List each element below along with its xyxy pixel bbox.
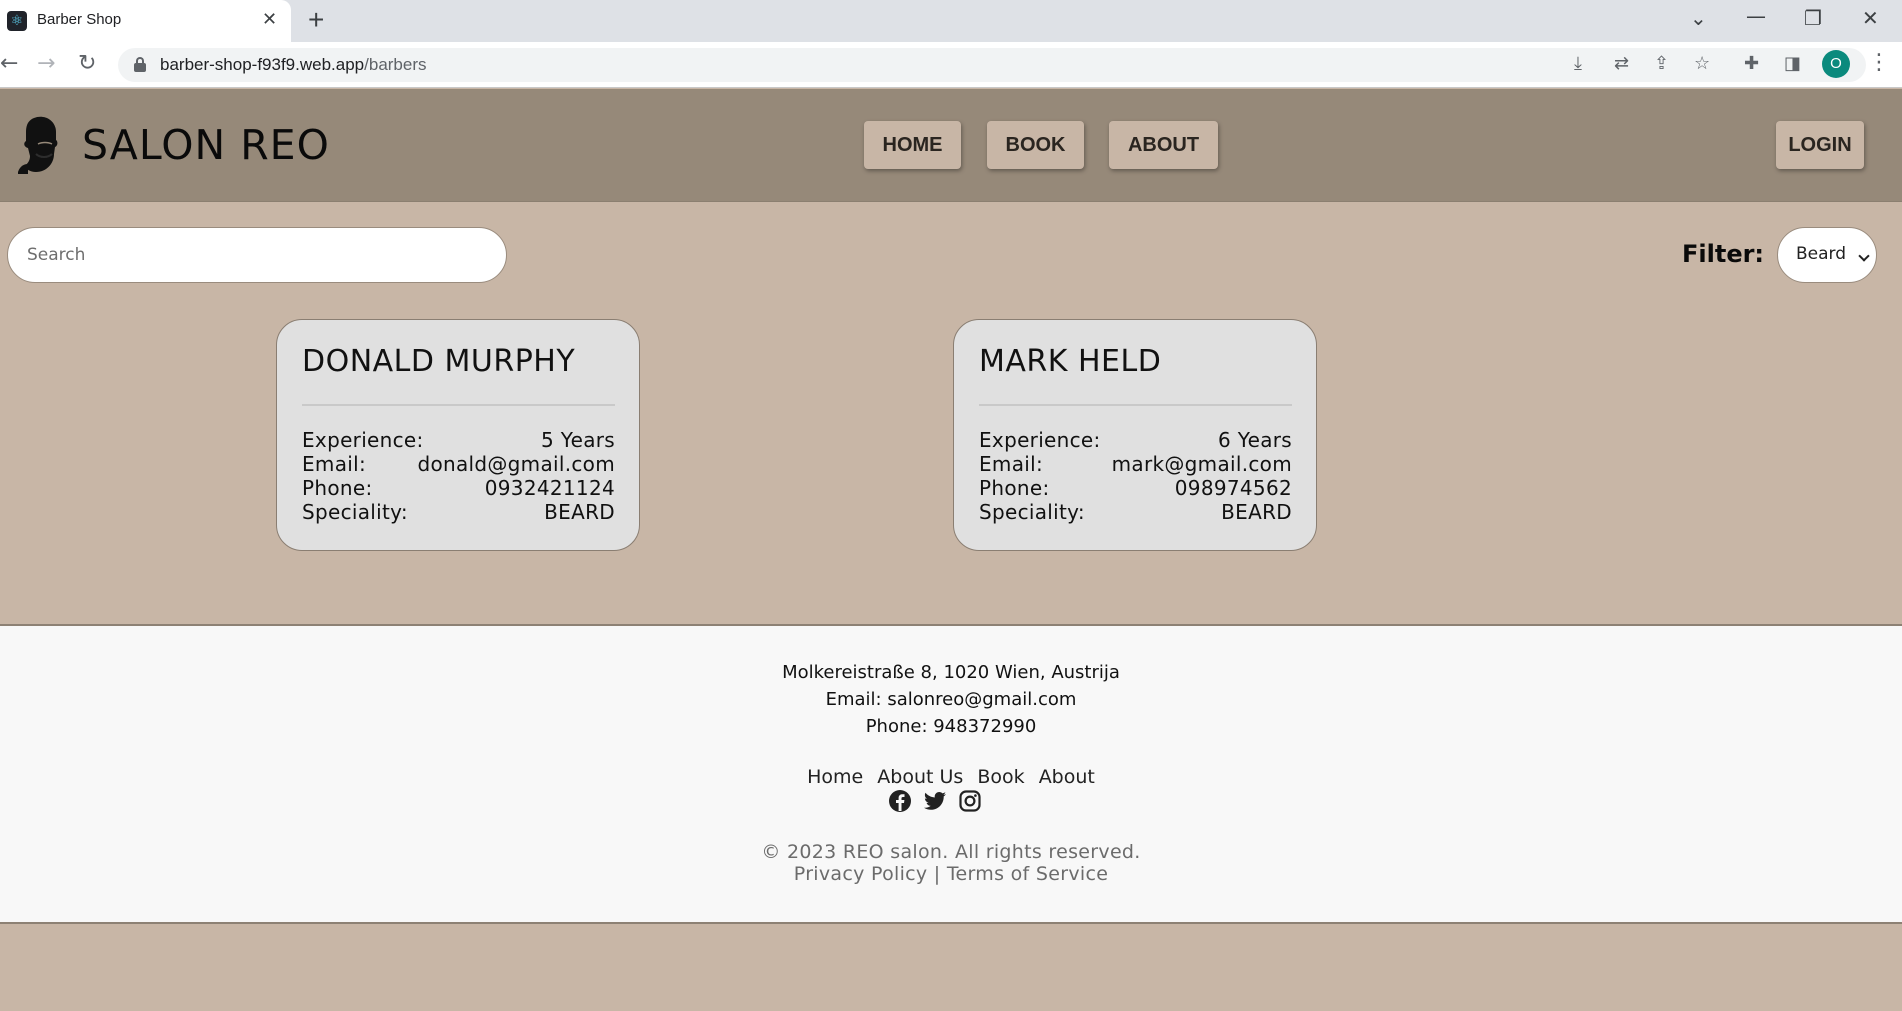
close-window-icon[interactable]: ✕	[1862, 6, 1879, 30]
speciality-filter-select[interactable]: Beard	[1777, 227, 1877, 283]
twitter-icon[interactable]	[923, 789, 947, 813]
share-icon[interactable]: ⇪	[1654, 53, 1669, 74]
footer-nav: Home About Us Book About	[0, 766, 1902, 788]
star-icon[interactable]: ☆	[1694, 53, 1710, 74]
filter-selected-value: Beard	[1796, 244, 1847, 264]
detail-value: 6 Years	[1218, 428, 1292, 452]
url-path: /barbers	[364, 55, 427, 74]
social-links	[888, 789, 1013, 815]
address-bar: ← → ↻ barber-shop-f93f9.web.app/barbers …	[0, 42, 1902, 88]
detail-row-email: Email: mark@gmail.com	[979, 452, 1292, 476]
detail-label: Phone:	[302, 476, 373, 500]
footer-link-home[interactable]: Home	[807, 766, 863, 788]
detail-row-speciality: Speciality: BEARD	[979, 500, 1292, 524]
detail-row-phone: Phone: 098974562	[979, 476, 1292, 500]
privacy-policy-link[interactable]: Privacy Policy	[794, 863, 928, 885]
footer-link-book[interactable]: Book	[977, 766, 1024, 788]
barber-details: Experience: 6 Years Email: mark@gmail.co…	[979, 428, 1292, 524]
detail-value: BEARD	[544, 500, 615, 524]
detail-value: donald@gmail.com	[417, 452, 615, 476]
minimize-icon[interactable]: —	[1746, 4, 1766, 28]
tab-search-chevron-icon[interactable]: ⌄	[1690, 6, 1707, 30]
nav-home-button[interactable]: HOME	[864, 121, 961, 169]
login-button[interactable]: LOGIN	[1776, 121, 1864, 169]
detail-row-phone: Phone: 0932421124	[302, 476, 615, 500]
instagram-icon[interactable]	[958, 789, 982, 813]
chevron-down-icon	[1858, 250, 1870, 262]
legal-links: Privacy Policy | Terms of Service	[0, 863, 1902, 885]
detail-value: 098974562	[1174, 476, 1292, 500]
detail-value: BEARD	[1221, 500, 1292, 524]
nav-about-button[interactable]: ABOUT	[1109, 121, 1218, 169]
detail-label: Phone:	[979, 476, 1050, 500]
card-divider	[302, 404, 615, 406]
detail-label: Experience:	[979, 428, 1101, 452]
barber-details: Experience: 5 Years Email: donald@gmail.…	[302, 428, 615, 524]
detail-row-experience: Experience: 5 Years	[302, 428, 615, 452]
new-tab-button[interactable]: +	[308, 4, 324, 36]
url-field[interactable]: barber-shop-f93f9.web.app/barbers ⤓ ⇄ ⇪ …	[118, 48, 1866, 82]
site-footer: Molkereistraße 8, 1020 Wien, Austrija Em…	[0, 624, 1902, 924]
bearded-man-logo-icon	[18, 116, 58, 174]
tab-title: Barber Shop	[37, 11, 122, 28]
close-tab-icon[interactable]: ✕	[262, 9, 277, 30]
detail-label: Speciality:	[302, 500, 408, 524]
barber-card[interactable]: DONALD MURPHY Experience: 5 Years Email:…	[276, 319, 640, 551]
barber-name: DONALD MURPHY	[302, 344, 576, 379]
facebook-icon[interactable]	[888, 789, 912, 813]
forward-icon[interactable]: →	[37, 51, 55, 76]
profile-avatar[interactable]: O	[1822, 50, 1850, 78]
detail-row-email: Email: donald@gmail.com	[302, 452, 615, 476]
reload-icon[interactable]: ↻	[78, 51, 96, 76]
search-input[interactable]	[7, 227, 507, 283]
side-panel-icon[interactable]: ◨	[1784, 53, 1801, 74]
restore-icon[interactable]: ❐	[1804, 6, 1822, 30]
browser-tab-strip: ⚛ Barber Shop ✕ + ⌄ — ❐ ✕	[0, 0, 1902, 42]
brand-title[interactable]: SALON REO	[82, 121, 330, 169]
translate-icon[interactable]: ⇄	[1614, 53, 1629, 74]
url-host: barber-shop-f93f9.web.app	[160, 55, 365, 74]
filter-label: Filter:	[1682, 240, 1765, 268]
footer-phone: Phone: 948372990	[865, 716, 1037, 737]
back-icon[interactable]: ←	[0, 51, 18, 76]
detail-value: 0932421124	[484, 476, 615, 500]
lock-icon[interactable]	[134, 57, 146, 72]
site-header: SALON REO HOME BOOK ABOUT LOGIN	[0, 89, 1902, 202]
barber-name: MARK HELD	[979, 344, 1162, 379]
install-icon[interactable]: ⤓	[1574, 53, 1582, 74]
nav-book-button[interactable]: BOOK	[987, 121, 1084, 169]
detail-value: mark@gmail.com	[1111, 452, 1292, 476]
menu-icon[interactable]: ⋮	[1868, 50, 1890, 75]
barber-card[interactable]: MARK HELD Experience: 6 Years Email: mar…	[953, 319, 1317, 551]
footer-link-about-us[interactable]: About Us	[877, 766, 963, 788]
copyright-text: © 2023 REO salon. All rights reserved.	[761, 841, 1141, 863]
footer-email: Email: salonreo@gmail.com	[825, 689, 1077, 710]
footer-address: Molkereistraße 8, 1020 Wien, Austrija	[782, 662, 1120, 683]
browser-tab[interactable]: ⚛ Barber Shop ✕	[0, 0, 291, 42]
detail-label: Experience:	[302, 428, 424, 452]
card-divider	[979, 404, 1292, 406]
detail-row-speciality: Speciality: BEARD	[302, 500, 615, 524]
detail-label: Speciality:	[979, 500, 1085, 524]
url-text: barber-shop-f93f9.web.app/barbers	[160, 55, 427, 75]
detail-label: Email:	[302, 452, 367, 476]
detail-label: Email:	[979, 452, 1044, 476]
detail-value: 5 Years	[541, 428, 615, 452]
detail-row-experience: Experience: 6 Years	[979, 428, 1292, 452]
legal-separator: |	[933, 863, 941, 885]
footer-link-about[interactable]: About	[1039, 766, 1095, 788]
extensions-icon[interactable]: ✚	[1744, 53, 1759, 74]
react-favicon-icon: ⚛	[7, 11, 27, 31]
terms-of-service-link[interactable]: Terms of Service	[947, 863, 1108, 885]
